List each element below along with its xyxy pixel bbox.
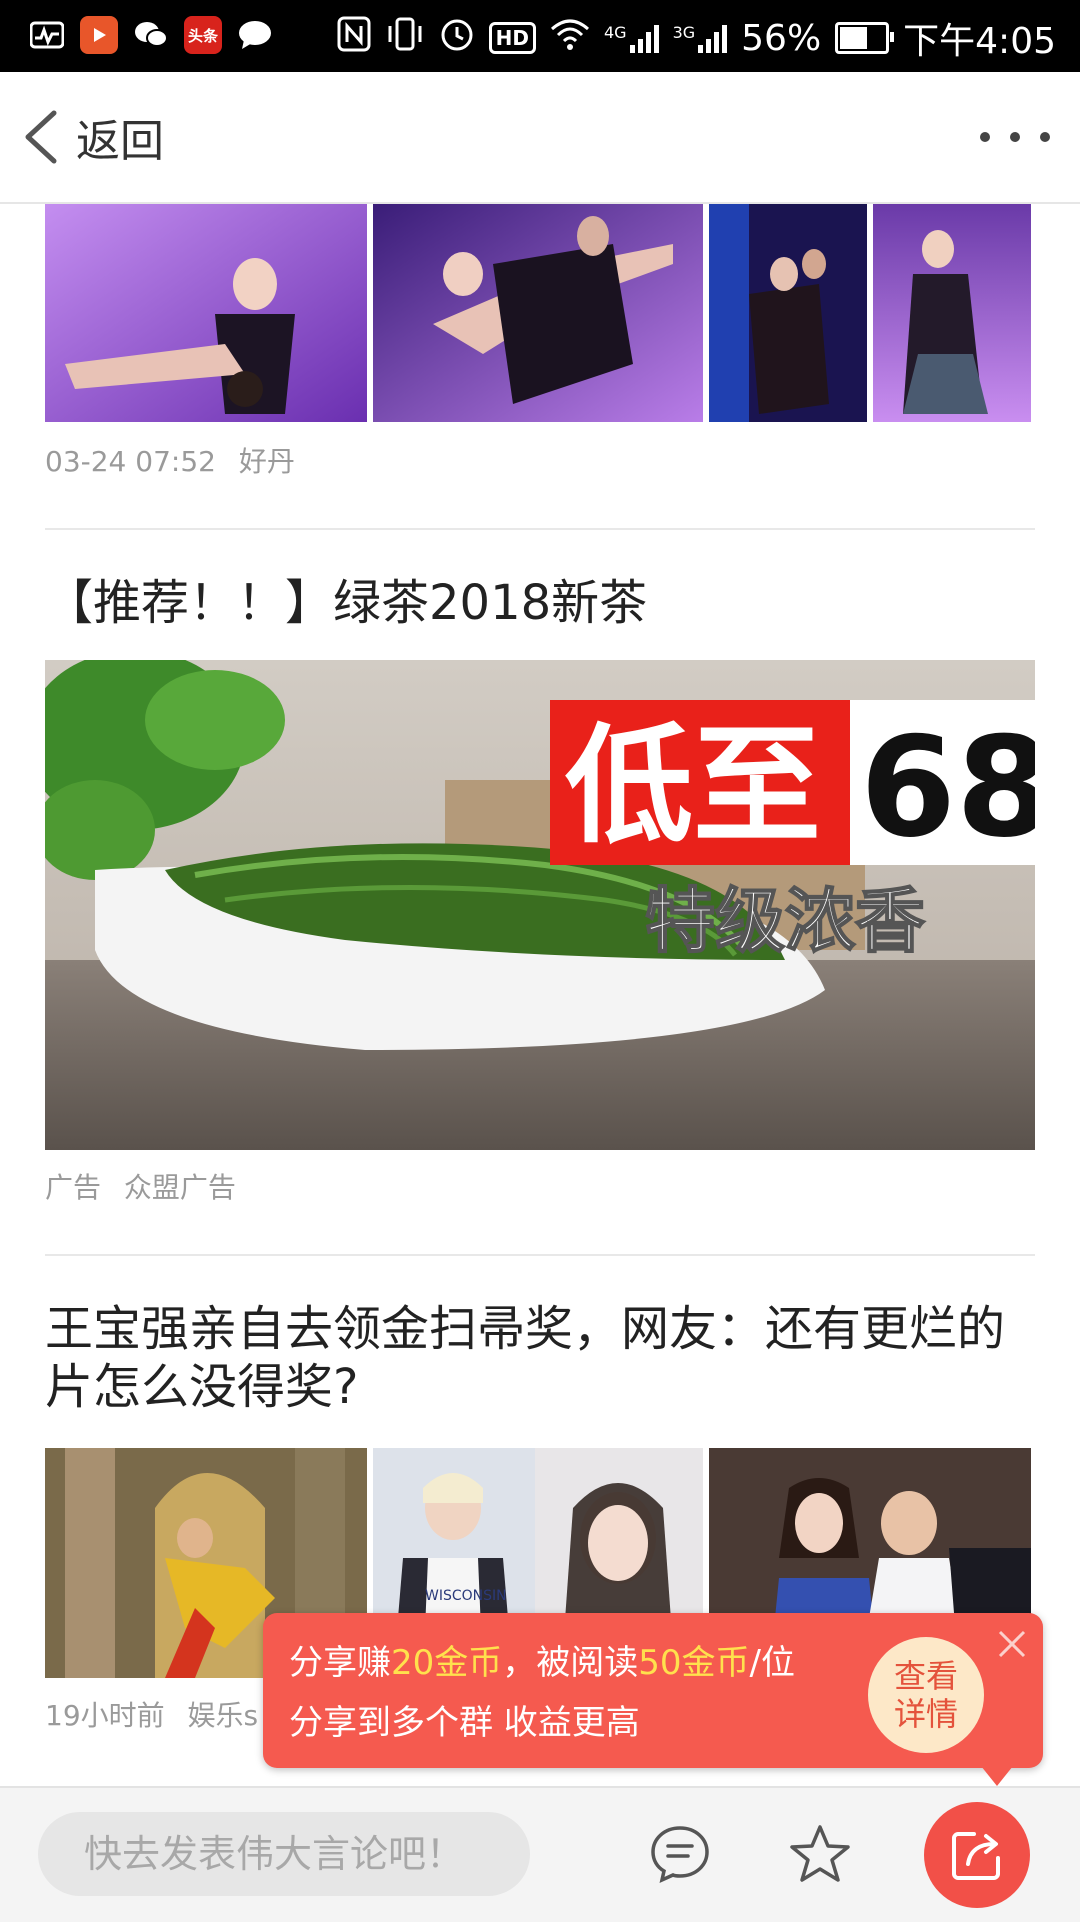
- close-icon[interactable]: [995, 1627, 1029, 1661]
- toutiao-app-label: 头条: [187, 26, 218, 45]
- view-details-label-2: 详情: [893, 1695, 958, 1733]
- wifi-icon: [550, 17, 590, 59]
- feed-item-images[interactable]: [45, 204, 1031, 422]
- feed-divider: [45, 528, 1035, 530]
- share-icon: [952, 1832, 1000, 1880]
- ad-label: 广告: [45, 1171, 102, 1204]
- popup-line-2: 分享到多个群 收益更高: [289, 1703, 640, 1743]
- ad-text-price: 68: [860, 707, 1035, 868]
- dance-photo-1[interactable]: [45, 204, 367, 422]
- news-feed[interactable]: 03-24 07:52 好丹 【推荐！！】绿茶2018新茶 低至 68 特级浓香: [0, 204, 1080, 1784]
- ad-image[interactable]: 低至 68 特级浓香: [45, 660, 1035, 1150]
- popup-coin-read: 50金币: [638, 1643, 750, 1683]
- activity-icon: [28, 16, 66, 54]
- back-chevron-icon: [25, 110, 57, 164]
- more-dots-icon[interactable]: [980, 122, 1050, 152]
- post-date: 03-24 07:52: [45, 445, 216, 478]
- comment-icon[interactable]: [648, 1822, 712, 1886]
- jersey-text: WISCONSIN: [425, 1588, 507, 1604]
- ad-title[interactable]: 【推荐！！】绿茶2018新茶: [45, 574, 1035, 632]
- ad-meta: 广告 众盟广告: [45, 1166, 250, 1206]
- alarm-icon: [439, 16, 475, 60]
- battery-icon: [835, 22, 895, 54]
- hd-badge: HD: [488, 22, 536, 54]
- back-label: 返回: [76, 116, 164, 167]
- news-time: 19小时前: [45, 1699, 165, 1732]
- share-button[interactable]: [924, 1802, 1030, 1908]
- star-favorite-icon[interactable]: [788, 1822, 852, 1886]
- dance-photo-3[interactable]: [709, 204, 867, 422]
- ad-text-low: 低至: [565, 712, 821, 861]
- network-4g-label: 4G: [603, 23, 627, 42]
- status-bar: 头条 HD 4G 3G 56% 下午4:05: [0, 0, 1080, 72]
- news-title[interactable]: 王宝强亲自去领金扫帚奖，网友：还有更烂的片怎么没得奖?: [45, 1300, 1035, 1416]
- popup-coin-share: 20金币: [391, 1643, 503, 1683]
- nav-bar: 返回: [0, 72, 1080, 204]
- popup-text: ，被阅读: [502, 1643, 639, 1683]
- signal-bars-icon: [629, 25, 659, 53]
- vibrate-icon: [385, 16, 425, 60]
- wechat-icon: [132, 16, 170, 54]
- post-author: 好丹: [238, 445, 295, 478]
- dance-photo-4[interactable]: [873, 204, 1031, 422]
- view-details-label-1: 查看: [893, 1657, 958, 1695]
- feed-divider: [45, 1254, 1035, 1256]
- back-button[interactable]: 返回: [18, 106, 164, 168]
- popup-text: /位: [749, 1643, 795, 1683]
- popup-text: 分享赚: [289, 1643, 391, 1683]
- share-reward-popup[interactable]: 分享赚20金币，被阅读50金币/位 分享到多个群 收益更高 查看 详情: [263, 1613, 1043, 1786]
- bottom-action-bar: 快去发表伟大言论吧！: [0, 1786, 1080, 1922]
- feed-item-meta: 03-24 07:52 好丹: [45, 440, 309, 480]
- toutiao-app-icon: 头条: [184, 16, 222, 54]
- news-source: 娱乐s: [187, 1699, 259, 1732]
- notification-icons: 头条: [28, 16, 274, 54]
- dance-photo-2[interactable]: [373, 204, 703, 422]
- signal-4g: 4G: [604, 23, 659, 53]
- ad-text-grade: 特级浓香: [645, 880, 925, 962]
- comment-input[interactable]: 快去发表伟大言论吧！: [38, 1812, 530, 1896]
- signal-bars-icon: [698, 25, 728, 53]
- ad-source: 众盟广告: [123, 1171, 236, 1204]
- network-3g-label: 3G: [672, 23, 696, 42]
- battery-level: [840, 27, 868, 49]
- clock: 下午4:05: [903, 21, 1056, 62]
- popup-line-1: 分享赚20金币，被阅读50金币/位: [289, 1635, 795, 1684]
- video-app-icon: [80, 16, 118, 54]
- system-indicators: HD 4G 3G 56% 下午4:05: [337, 12, 1056, 64]
- nfc-icon: [337, 16, 371, 60]
- message-icon: [236, 16, 274, 54]
- signal-3g: 3G: [673, 23, 728, 53]
- news-meta: 19小时前 娱乐s: [45, 1694, 272, 1734]
- battery-percent: 56%: [741, 17, 822, 59]
- view-details-button[interactable]: 查看 详情: [868, 1637, 984, 1753]
